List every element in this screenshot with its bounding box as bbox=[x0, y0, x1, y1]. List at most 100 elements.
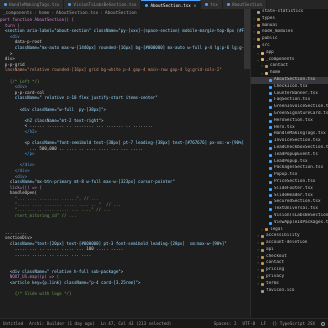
explorer-item[interactable]: ›legal bbox=[251, 227, 328, 234]
explorer-item[interactable]: LeadCheckboxSection.tsx bbox=[251, 145, 328, 152]
explorer-item[interactable]: ViewAppleIdPackages.tsx bbox=[251, 220, 328, 227]
editor-tab[interactable]: VisionTsLabsBeSection.tsx bbox=[64, 0, 141, 9]
explorer-item[interactable]: GreenInvoiceSection.tsx bbox=[251, 104, 328, 111]
explorer-item[interactable]: ›manual bbox=[251, 23, 328, 30]
explorer-item[interactable]: state-statistics bbox=[251, 9, 328, 16]
status-item[interactable]: UTF-8 bbox=[242, 321, 255, 326]
breadcrumb-item[interactable]: AboutSection bbox=[105, 11, 137, 16]
explorer-item[interactable]: ›public bbox=[251, 36, 328, 43]
code-text: className="text-[20px] text-[#000000] pt… bbox=[0, 241, 227, 246]
code-text: ... ..... bbox=[0, 230, 27, 235]
explorer-item-label: app bbox=[266, 50, 274, 57]
code-text: lassName="relative rounded-[16px] grid b… bbox=[0, 67, 222, 72]
explorer-item-label: CheckIcon.tsx bbox=[274, 84, 308, 91]
explorer-item[interactable]: HeroSection.tsx bbox=[251, 118, 328, 125]
file-icon bbox=[261, 290, 264, 293]
explorer-item-label: InvoiceSection.tsx bbox=[274, 138, 321, 145]
folder-icon bbox=[257, 31, 260, 34]
editor-tab[interactable]: AboutSection.tsx× bbox=[141, 0, 201, 9]
explorer-item[interactable]: PriceSection.tsx bbox=[251, 179, 328, 186]
folder-icon bbox=[261, 283, 264, 286]
code-line[interactable]: {/* Slide with logo */} bbox=[0, 291, 244, 297]
status-item[interactable]: Archi: Builder (1 day ago) bbox=[29, 321, 95, 326]
folder-icon bbox=[257, 18, 260, 21]
tab-label: HandleMakingTags.tsx bbox=[9, 2, 59, 7]
tsx-file-icon bbox=[269, 140, 272, 143]
explorer-item[interactable]: PackagesSection.tsx bbox=[251, 165, 328, 172]
explorer-item[interactable]: leadPopupEvent.ts bbox=[251, 152, 328, 159]
explorer-item[interactable]: AboutSection.tsx bbox=[251, 77, 328, 84]
code-text: className="mx-auto max-w-[1440px] rounde… bbox=[0, 45, 244, 50]
explorer-item[interactable]: TextUniversal.tsx bbox=[251, 206, 328, 213]
explorer-item[interactable]: Hero.tsx bbox=[251, 125, 328, 132]
explorer-item[interactable]: ›privacy bbox=[251, 274, 328, 281]
code-editor[interactable]: port function AboutSection() { turn ( <s… bbox=[0, 17, 244, 318]
code-text: sectionDiv> bbox=[0, 235, 32, 240]
code-text: handleOpen( bbox=[0, 190, 37, 195]
status-item[interactable]: Untitled bbox=[3, 321, 23, 326]
chevron-right-icon: › bbox=[34, 11, 37, 16]
explorer-item-label: GreenSignatureCard.tsx bbox=[274, 111, 328, 118]
close-icon[interactable]: × bbox=[194, 3, 196, 8]
explorer-item[interactable]: ›pricing bbox=[251, 267, 328, 274]
code-text: {/* Slide with logo */} bbox=[0, 291, 71, 296]
explorer-item[interactable]: SlideHeader.tsx bbox=[251, 193, 328, 200]
explorer-item-label: manual bbox=[262, 23, 278, 30]
explorer-item[interactable]: LeadPopup.tsx bbox=[251, 159, 328, 166]
tsx-file-icon bbox=[269, 79, 272, 82]
code-text: data-p-root bbox=[0, 39, 42, 44]
explorer-item[interactable]: GreenSignatureCard.tsx bbox=[251, 111, 328, 118]
breadcrumb-item[interactable]: home bbox=[39, 11, 50, 16]
status-item[interactable]: Spaces: 2 bbox=[214, 321, 237, 326]
explorer-item-label: CounterBanner.tsx bbox=[274, 91, 318, 98]
code-text: "..... .... ....... ..... .... .. " // .… bbox=[0, 202, 121, 207]
tsx-file-icon bbox=[269, 167, 272, 170]
breadcrumb-item[interactable]: _components bbox=[3, 11, 32, 16]
explorer-item[interactable]: ›contact bbox=[251, 63, 328, 70]
explorer-item[interactable]: FaqSection.tsx bbox=[251, 97, 328, 104]
tsx-file-icon bbox=[269, 160, 272, 163]
explorer-item[interactable]: ›accessibility bbox=[251, 233, 328, 240]
explorer-item[interactable]: ⌄home bbox=[251, 70, 328, 77]
tsx-file-icon bbox=[269, 154, 272, 157]
explorer-item[interactable]: ›account-deletion bbox=[251, 240, 328, 247]
explorer-item[interactable]: ⌄src bbox=[251, 43, 328, 50]
explorer-item[interactable]: Popup.tsx bbox=[251, 172, 328, 179]
status-item[interactable]: LF bbox=[261, 321, 266, 326]
status-bar: Untitled Archi: Builder (1 day ago) Ln 47,… bbox=[0, 318, 328, 328]
editor-tab[interactable]: AboutSection bbox=[223, 0, 267, 9]
explorer-item[interactable]: ›node_modules bbox=[251, 29, 328, 36]
explorer-item[interactable]: InvoiceSection.tsx bbox=[251, 138, 328, 145]
explorer-item[interactable]: CounterBanner.tsx bbox=[251, 91, 328, 98]
bell-icon[interactable] bbox=[321, 322, 325, 326]
explorer-item[interactable]: favicon.ico bbox=[251, 288, 328, 295]
tsx-file-icon bbox=[269, 92, 272, 95]
explorer-item[interactable]: SlideFooter.tsx bbox=[251, 186, 328, 193]
editor-tab[interactable]: tsx bbox=[201, 0, 223, 9]
tsx-file-icon bbox=[269, 201, 272, 204]
explorer-item-label: home bbox=[270, 70, 280, 77]
explorer-item[interactable]: ›api bbox=[251, 247, 328, 254]
explorer-item[interactable]: CheckIcon.tsx bbox=[251, 84, 328, 91]
explorer-item-label: _components bbox=[266, 57, 294, 64]
explorer-item[interactable]: ⌄app bbox=[251, 50, 328, 57]
explorer-item[interactable]: ›checkout bbox=[251, 254, 328, 261]
explorer-item[interactable]: ›types bbox=[251, 16, 328, 23]
explorer-item[interactable]: SecuredSection.tsx bbox=[251, 199, 328, 206]
status-item[interactable]: {} TypeScript JSX bbox=[272, 321, 315, 326]
explorer-item-label: legal bbox=[270, 227, 283, 234]
explorer-item[interactable]: ⌄_components bbox=[251, 57, 328, 64]
explorer-item[interactable]: ›contact bbox=[251, 260, 328, 267]
editor-tab[interactable]: HandleMakingTags.tsx bbox=[0, 0, 64, 9]
code-text: turn ( bbox=[0, 23, 20, 28]
explorer-item[interactable]: HandleMakingTags.tsx bbox=[251, 131, 328, 138]
chevron-right-icon: › bbox=[100, 11, 103, 16]
explorer-item-label: account-deletion bbox=[266, 240, 307, 247]
status-item[interactable]: Ln 47, Col 43 (213 selected) bbox=[101, 321, 172, 326]
explorer-item-label: LeadPopup.tsx bbox=[274, 159, 308, 166]
explorer-item[interactable]: ›terms bbox=[251, 281, 328, 288]
code-text: </p> bbox=[0, 151, 35, 156]
explorer-item-label: terms bbox=[266, 281, 279, 288]
breadcrumb-item[interactable]: AboutSection.tsx bbox=[56, 11, 98, 16]
explorer-item[interactable]: VisionTsLabsBeSection.tsx bbox=[251, 213, 328, 220]
